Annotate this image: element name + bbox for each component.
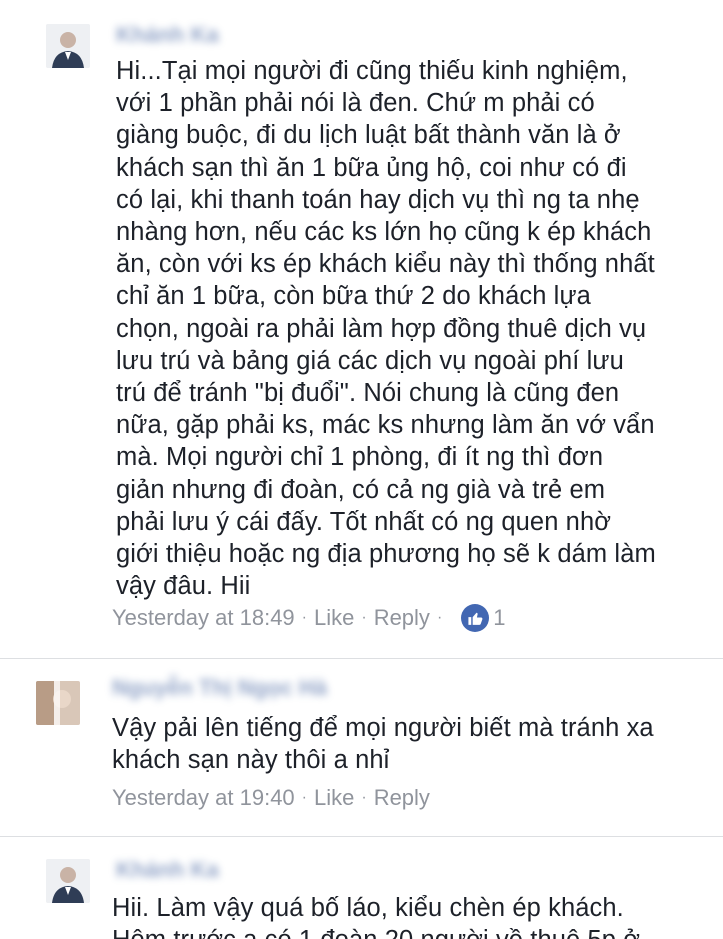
comment-text: Hii. Làm vậy quá bố láo, kiểu chèn ép kh… bbox=[112, 894, 640, 939]
comment-timestamp[interactable]: Yesterday at 18:49 bbox=[112, 605, 295, 631]
avatar[interactable] bbox=[36, 681, 80, 725]
avatar[interactable] bbox=[46, 859, 90, 903]
comment-text: Hi...Tại mọi người đi cũng thiếu kinh ng… bbox=[116, 57, 656, 601]
avatar[interactable] bbox=[46, 24, 90, 68]
meta-separator: · bbox=[361, 789, 367, 806]
meta-separator: · bbox=[361, 609, 367, 626]
comment-author[interactable]: Nguyễn Thị Ngọc Hà bbox=[112, 675, 327, 701]
comment-timestamp[interactable]: Yesterday at 19:40 bbox=[112, 785, 295, 811]
thumbs-up-icon[interactable] bbox=[461, 604, 490, 632]
comment-1: Khánh Ka Hi...Tại mọi người đi cũng thiế… bbox=[0, 0, 723, 658]
comment-3: Khánh Ka Hii. Làm vậy quá bố láo, kiểu c… bbox=[0, 837, 723, 939]
comment-author[interactable]: Khánh Ka bbox=[116, 22, 219, 48]
comment-2: Nguyễn Thị Ngọc Hà Vậy pải lên tiếng để … bbox=[0, 659, 723, 836]
meta-separator: · bbox=[301, 609, 307, 626]
meta-separator: · bbox=[436, 609, 443, 626]
like-count[interactable]: 1 bbox=[493, 605, 505, 631]
like-button[interactable]: Like bbox=[314, 785, 354, 811]
user-avatar-icon bbox=[36, 681, 80, 725]
reply-button[interactable]: Reply bbox=[374, 785, 430, 811]
user-avatar-icon bbox=[46, 859, 90, 903]
comment-author[interactable]: Khánh Ka bbox=[116, 857, 219, 883]
meta-separator: · bbox=[301, 789, 307, 806]
like-button[interactable]: Like bbox=[314, 605, 354, 631]
comment-meta: Yesterday at 18:49 · Like · Reply · 1 bbox=[112, 604, 506, 632]
comment-text: Vậy pải lên tiếng để mọi người biết mà t… bbox=[112, 714, 654, 775]
reply-button[interactable]: Reply bbox=[374, 605, 430, 631]
user-avatar-icon bbox=[46, 24, 90, 68]
comment-meta: Yesterday at 19:40 · Like · Reply bbox=[112, 785, 430, 811]
